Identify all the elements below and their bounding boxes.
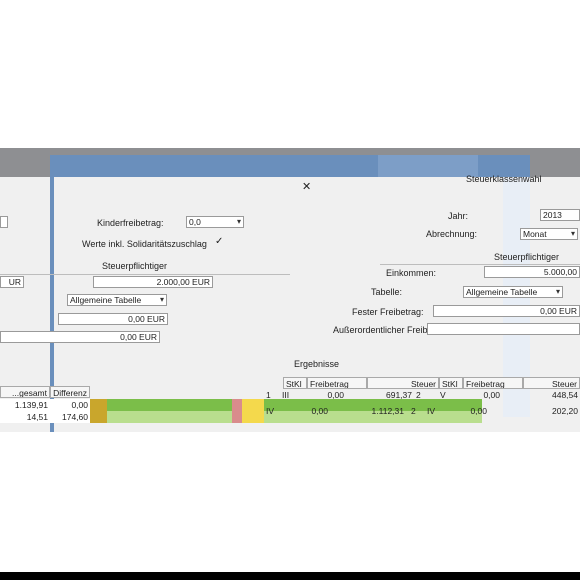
einkommen-label: Einkommen: [386, 268, 437, 278]
right-separator [380, 264, 580, 265]
row-marker [242, 399, 264, 423]
kinderfreibetrag-select[interactable]: 0,0 [186, 216, 244, 228]
amount-field-3[interactable]: 0,00 EUR [0, 331, 160, 343]
close-icon[interactable]: ✕ [302, 180, 311, 193]
result-cell: 0,00 [327, 390, 344, 400]
fester-freibetrag-label: Fester Freibetrag: [352, 307, 424, 317]
right-dialog-title: Steuerklassenwahl [466, 174, 542, 184]
steuerpflichtiger-label: Steuerpflichtiger [102, 261, 168, 271]
left-table-cell: 174,60 [50, 411, 90, 423]
left-table-cell: 14,51 [0, 411, 50, 423]
amount-field-1[interactable]: 2.000,00 EUR [93, 276, 213, 288]
ergebnisse-label: Ergebnisse [294, 359, 340, 369]
bottom-border [0, 572, 580, 580]
left-table-cell: 1.139,91 [0, 399, 50, 411]
left-table-cell: 0,00 [50, 399, 90, 411]
ausserordentlicher-freibetrag-field[interactable] [427, 323, 580, 335]
result-cell: 0,00 [470, 406, 487, 416]
jahr-field[interactable]: 2013 [540, 209, 580, 221]
left-clipped-amount[interactable]: UR [0, 276, 24, 288]
row-highlight-marker [90, 399, 107, 423]
result-cell: 0,00 [311, 406, 328, 416]
fester-freibetrag-field[interactable]: 0,00 EUR [433, 305, 580, 317]
amount-field-2[interactable]: 0,00 EUR [58, 313, 168, 325]
soli-label: Werte inkl. Solidaritätszuschlag [82, 239, 207, 249]
result-cell: 2 [416, 390, 421, 400]
result-cell: 448,54 [552, 390, 578, 400]
result-header-stkl: StKl [283, 377, 307, 389]
tabelle-select-right[interactable]: Allgemeine Tabelle [463, 286, 563, 298]
left-table-header-1: ...gesamt [0, 386, 50, 398]
abrechnung-value: Monat [523, 229, 547, 239]
result-cell: 691,37 [386, 390, 412, 400]
abrechnung-select[interactable]: Monat [520, 228, 578, 240]
steuerpflichtiger-right-label: Steuerpflichtiger [494, 252, 560, 262]
left-clipped-field[interactable] [0, 216, 8, 228]
result-cell: IV [427, 406, 436, 416]
left-separator [0, 274, 290, 275]
result-header-stkl-2: StKl [439, 377, 463, 389]
result-header-steuer-2: Steuer [523, 377, 580, 389]
result-cell: 0,00 [483, 390, 500, 400]
left-table-header-2: Differenz [50, 386, 90, 398]
tabelle-value-right: Allgemeine Tabelle [466, 287, 538, 297]
result-cell: V [440, 390, 446, 400]
soli-checkbox[interactable]: ✓ [215, 236, 223, 247]
result-header-freibetrag-2: Freibetrag [463, 377, 523, 389]
result-header-freibetrag: Freibetrag [307, 377, 367, 389]
row-marker [232, 399, 242, 423]
result-cell: 2 [411, 406, 416, 416]
tabelle-label: Tabelle: [371, 287, 403, 297]
abrechnung-label: Abrechnung: [426, 229, 478, 239]
einkommen-field[interactable]: 5.000,00 [484, 266, 580, 278]
dialog-titlebar-highlight [378, 155, 478, 177]
result-cell: 202,20 [552, 406, 578, 416]
kinderfreibetrag-value: 0,0 [189, 217, 201, 227]
result-cell: 1.112,31 [371, 406, 404, 416]
result-header-steuer: Steuer [367, 377, 439, 389]
tabelle-select-left[interactable]: Allgemeine Tabelle [67, 294, 167, 306]
kinderfreibetrag-label: Kinderfreibetrag: [97, 218, 164, 228]
jahr-label: Jahr: [448, 211, 469, 221]
result-cell: 1 [266, 390, 271, 400]
tabelle-value-left: Allgemeine Tabelle [70, 295, 142, 305]
result-cell: IV [266, 406, 275, 416]
result-cell: III [282, 390, 290, 400]
